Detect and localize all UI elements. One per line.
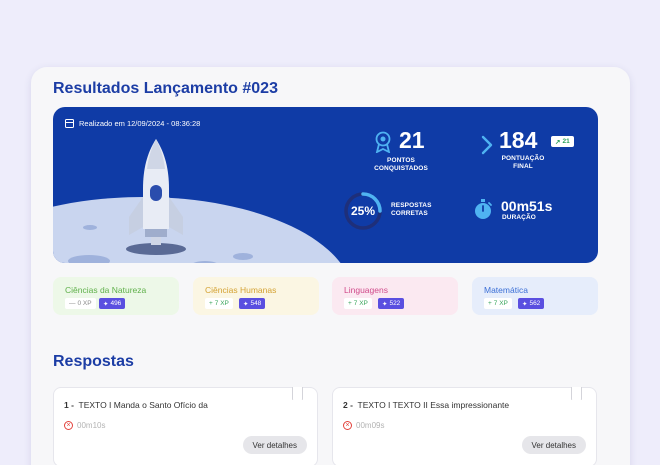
answer-card[interactable]: 2 - TEXTO I TEXTO II Essa impressionante… — [332, 387, 597, 465]
answer-time: × 00m09s — [343, 421, 384, 430]
trend-up-icon: ↗ — [555, 138, 561, 146]
calendar-icon — [65, 119, 74, 128]
answer-card[interactable]: 1 - TEXTO I Manda o Santo Ofício da × 00m… — [53, 387, 318, 465]
view-details-button[interactable]: Ver detalhes — [242, 436, 307, 454]
subject-name: Matemática — [484, 285, 528, 295]
results-hero: Realizado em 12/09/2024 - 08:36:28 21 PO… — [53, 107, 598, 263]
subject-name: Ciências da Natureza — [65, 285, 147, 295]
score-delta-badge: ↗ 21 — [551, 136, 574, 147]
view-details-button[interactable]: Ver detalhes — [521, 436, 586, 454]
xp-chip: +7 XP — [484, 298, 512, 309]
subject-name: Ciências Humanas — [205, 285, 277, 295]
xp-chip: —0 XP — [65, 298, 96, 309]
points-chip: ✦ 496 — [99, 298, 126, 309]
answer-question: 2 - TEXTO I TEXTO II Essa impressionante — [343, 400, 510, 410]
rocket-illustration — [126, 139, 186, 255]
medal-icon — [375, 131, 391, 153]
points-chip: ✦ 562 — [518, 298, 545, 309]
points-label: PONTOS CONQUISTADOS — [374, 157, 428, 173]
subject-name: Linguagens — [344, 285, 388, 295]
points-value: 21 — [399, 127, 425, 153]
stopwatch-icon — [475, 199, 492, 219]
correct-percent: 25% — [350, 204, 376, 218]
score-value: 184 — [499, 127, 538, 153]
sparkle-icon: ✦ — [382, 300, 388, 308]
score-label: PONTUAÇÃO FINAL — [501, 155, 545, 171]
page-title: Resultados Lançamento #023 — [53, 80, 278, 97]
subject-card-matematica[interactable]: Matemática +7 XP ✦ 562 — [472, 277, 598, 315]
duration-value: 00m51s — [501, 198, 553, 214]
points-chip: ✦ 548 — [239, 298, 266, 309]
sparkle-icon: ✦ — [103, 300, 109, 308]
bookmark-icon[interactable] — [571, 387, 582, 400]
sparkle-icon: ✦ — [243, 300, 249, 308]
x-circle-icon: × — [64, 421, 73, 430]
results-card: Resultados Lançamento #023 Realizado em … — [31, 67, 630, 465]
xp-chip: +7 XP — [344, 298, 372, 309]
x-circle-icon: × — [343, 421, 352, 430]
date-row: Realizado em 12/09/2024 - 08:36:28 — [65, 119, 200, 128]
subject-card-humanas[interactable]: Ciências Humanas +7 XP ✦ 548 — [193, 277, 319, 315]
answer-question: 1 - TEXTO I Manda o Santo Ofício da — [64, 400, 208, 410]
answer-time: × 00m10s — [64, 421, 105, 430]
bookmark-icon[interactable] — [292, 387, 303, 400]
sparkle-icon: ✦ — [522, 300, 528, 308]
realized-date: Realizado em 12/09/2024 - 08:36:28 — [79, 119, 201, 128]
subject-card-linguagens[interactable]: Linguagens +7 XP ✦ 522 — [332, 277, 458, 315]
xp-chip: +7 XP — [205, 298, 233, 309]
answers-section-title: Respostas — [53, 353, 134, 370]
duration-label: DURAÇÃO — [502, 214, 536, 221]
correct-label: RESPOSTAS CORRETAS — [391, 202, 432, 218]
points-chip: ✦ 522 — [378, 298, 405, 309]
chevron-right-icon — [481, 135, 493, 155]
moon-illustration — [53, 197, 353, 263]
subject-card-natureza[interactable]: Ciências da Natureza —0 XP ✦ 496 — [53, 277, 179, 315]
